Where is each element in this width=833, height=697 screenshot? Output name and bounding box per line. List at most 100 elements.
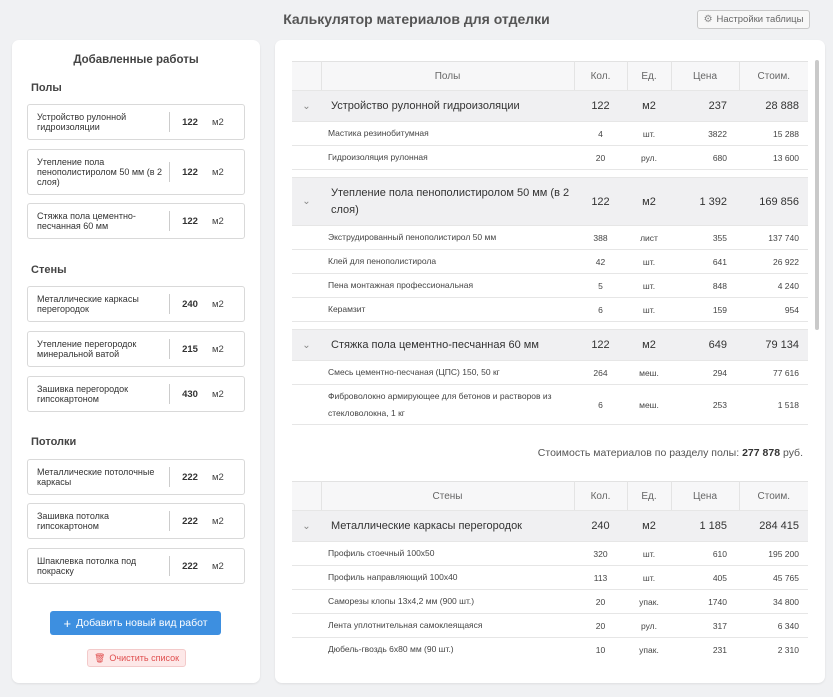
spacer: [292, 424, 808, 432]
material-unit: упак.: [627, 637, 671, 661]
plus-icon: +: [63, 615, 72, 631]
work-item-quantity[interactable]: 122: [170, 117, 210, 128]
work-item-unit: м2: [212, 298, 224, 310]
work-item-unit: м2: [212, 166, 224, 178]
table-settings-button[interactable]: ⚙ Настройки таблицы: [697, 10, 810, 29]
work-item[interactable]: Стяжка пола цементно-песчанная 60 мм 122…: [27, 203, 245, 239]
work-name: Устройство рулонной гидроизоляции: [321, 90, 574, 122]
work-item-quantity[interactable]: 122: [170, 167, 210, 178]
scrollbar[interactable]: [815, 60, 819, 330]
header-price[interactable]: Цена: [671, 61, 740, 91]
work-name: Стяжка пола цементно-песчанная 60 мм: [321, 329, 574, 361]
work-qty: 122: [574, 90, 627, 122]
add-work-button[interactable]: + Добавить новый вид работ: [50, 611, 221, 635]
work-item[interactable]: Устройство рулонной гидроизоляции 122 м2: [27, 104, 245, 140]
work-item-unit: м2: [212, 515, 224, 527]
material-cost: 195 200: [739, 541, 808, 566]
work-item-quantity[interactable]: 222: [170, 472, 210, 483]
chevron-down-icon[interactable]: ⌄: [292, 510, 321, 542]
work-item-quantity[interactable]: 222: [170, 561, 210, 572]
work-row[interactable]: ⌄ Утепление пола пенополистиролом 50 мм …: [292, 177, 808, 226]
material-unit: меш.: [627, 384, 671, 425]
section-label-ceilings: Потолки: [31, 436, 77, 448]
material-unit: шт.: [627, 273, 671, 298]
spacer-row: [292, 424, 808, 432]
material-qty: 6: [574, 384, 627, 425]
spacer-row: [292, 169, 808, 178]
work-item-quantity[interactable]: 430: [170, 389, 210, 400]
table-header-row: Стены Кол. Ед. Цена Стоим.: [292, 481, 808, 511]
work-item[interactable]: Зашивка перегородок гипсокартоном 430 м2: [27, 376, 245, 412]
material-qty: 42: [574, 249, 627, 274]
spacer: [292, 169, 808, 178]
material-qty: 113: [574, 565, 627, 590]
material-price: 231: [671, 637, 739, 661]
header-section-name: Полы: [321, 61, 575, 91]
material-name: Клей для пенополистирола: [321, 249, 574, 274]
material-unit: шт.: [627, 297, 671, 322]
material-price: 159: [671, 297, 739, 322]
header-qty[interactable]: Кол.: [574, 61, 628, 91]
floors-table: Полы Кол. Ед. Цена Стоим. ⌄ Устройство р…: [292, 61, 808, 432]
add-work-label: Добавить новый вид работ: [76, 617, 208, 629]
work-item[interactable]: Зашивка потолка гипсокартоном 222 м2: [27, 503, 245, 539]
indent: [292, 384, 321, 425]
material-qty: 264: [574, 360, 627, 385]
work-item-quantity[interactable]: 122: [170, 216, 210, 227]
header-unit[interactable]: Ед.: [627, 61, 672, 91]
material-cost: 2 310: [739, 637, 808, 661]
chevron-down-icon[interactable]: ⌄: [292, 90, 321, 122]
work-item[interactable]: Утепление перегородок минеральной ватой …: [27, 331, 245, 367]
header-unit[interactable]: Ед.: [627, 481, 672, 511]
work-unit: м2: [627, 329, 671, 361]
work-unit: м2: [627, 510, 671, 542]
chevron-down-icon[interactable]: ⌄: [292, 177, 321, 226]
material-cost: 4 240: [739, 273, 808, 298]
material-price: 1740: [671, 589, 739, 614]
work-item[interactable]: Шпаклевка потолка под покраску 222 м2: [27, 548, 245, 584]
header-qty[interactable]: Кол.: [574, 481, 628, 511]
work-item-name: Зашивка потолка гипсокартоном: [37, 511, 110, 531]
material-unit: меш.: [627, 360, 671, 385]
work-item-unit: м2: [212, 116, 224, 128]
work-row[interactable]: ⌄ Стяжка пола цементно-песчанная 60 мм 1…: [292, 329, 808, 361]
work-item-quantity[interactable]: 240: [170, 299, 210, 310]
material-cost: 13 600: [739, 145, 808, 170]
work-price: 649: [671, 329, 739, 361]
spacer-row: [292, 321, 808, 330]
indent: [292, 565, 321, 590]
work-item-quantity[interactable]: 222: [170, 516, 210, 527]
material-cost: 1 518: [739, 384, 808, 425]
added-works-panel: Добавленные работы Полы Устройство рулон…: [12, 40, 260, 683]
material-cost: 45 765: [739, 565, 808, 590]
work-unit: м2: [627, 177, 671, 226]
work-row[interactable]: ⌄ Устройство рулонной гидроизоляции 122 …: [292, 90, 808, 122]
spacer: [292, 321, 808, 330]
material-name: Керамзит: [321, 297, 574, 322]
work-item[interactable]: Металлические каркасы перегородок 240 м2: [27, 286, 245, 322]
walls-table-viewport: Стены Кол. Ед. Цена Стоим. ⌄ Металлическ…: [292, 481, 808, 661]
clear-list-button[interactable]: 🗑 Очистить список: [87, 649, 186, 667]
material-unit: шт.: [627, 121, 671, 146]
material-row: Экструдированный пенополистирол 50 мм 38…: [292, 225, 808, 250]
header-price[interactable]: Цена: [671, 481, 740, 511]
material-row: Керамзит 6 шт. 159 954: [292, 297, 808, 322]
material-cost: 15 288: [739, 121, 808, 146]
section-label-floors: Полы: [31, 82, 62, 94]
chevron-down-icon[interactable]: ⌄: [292, 329, 321, 361]
work-item[interactable]: Утепление пола пенополистиролом 50 мм (в…: [27, 149, 245, 195]
top-bar: Калькулятор материалов для отделки ⚙ Нас…: [0, 0, 833, 38]
work-item-unit: м2: [212, 471, 224, 483]
indent: [292, 249, 321, 274]
work-row[interactable]: ⌄ Металлические каркасы перегородок 240 …: [292, 510, 808, 542]
material-price: 317: [671, 613, 739, 638]
header-section-name: Стены: [321, 481, 575, 511]
header-cost[interactable]: Стоим.: [739, 61, 808, 91]
material-unit: лист: [627, 225, 671, 250]
work-item-unit: м2: [212, 343, 224, 355]
header-cost[interactable]: Стоим.: [739, 481, 808, 511]
work-item-quantity[interactable]: 215: [170, 344, 210, 355]
material-unit: шт.: [627, 565, 671, 590]
work-item[interactable]: Металлические потолочные каркасы 222 м2: [27, 459, 245, 495]
material-row: Саморезы клопы 13х4,2 мм (900 шт.) 20 уп…: [292, 589, 808, 614]
